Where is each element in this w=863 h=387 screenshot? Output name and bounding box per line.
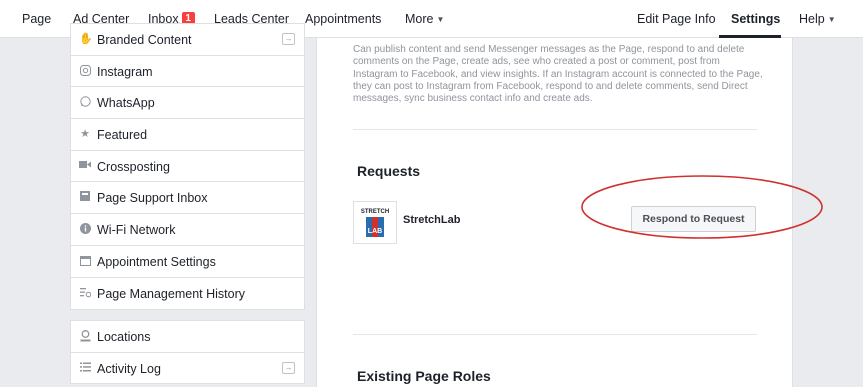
sidebar-item-label: Page Management History (97, 286, 245, 301)
calendar-icon (79, 255, 91, 267)
sidebar-item-branded-content[interactable]: ✋ Branded Content → (71, 24, 304, 56)
handshake-icon: ✋ (79, 33, 93, 45)
caret-down-icon: ▼ (436, 15, 445, 24)
nav-more-label: More (405, 12, 434, 26)
sidebar-item-instagram[interactable]: Instagram (71, 56, 304, 88)
list-icon (79, 362, 91, 374)
divider (353, 334, 757, 335)
sidebar-item-label: Appointment Settings (97, 254, 216, 269)
sidebar-item-label: Featured (97, 128, 148, 143)
support-icon (79, 191, 91, 203)
caret-down-icon: ▼ (827, 15, 836, 24)
whatsapp-icon (79, 96, 91, 108)
page-roles-panel: Can publish content and send Messenger m… (316, 38, 793, 387)
sidebar-item-locations[interactable]: Locations (71, 321, 304, 353)
existing-page-roles-heading: Existing Page Roles (357, 368, 491, 384)
sidebar-secondary-list: Locations Activity Log → (70, 320, 305, 384)
nav-help-label: Help (799, 12, 825, 26)
external-arrow-icon: → (282, 33, 295, 45)
sidebar-item-label: Crossposting (97, 159, 170, 174)
sidebar-item-label: Locations (97, 330, 151, 344)
sidebar-item-activity-log[interactable]: Activity Log → (71, 353, 304, 385)
sidebar-item-appointment-settings[interactable]: Appointment Settings (71, 246, 304, 278)
sidebar-item-page-support-inbox[interactable]: Page Support Inbox (71, 182, 304, 215)
nav-more[interactable]: More ▼ (405, 12, 444, 26)
nav-edit-page-info[interactable]: Edit Page Info (637, 12, 716, 26)
external-arrow-icon: → (282, 361, 295, 374)
nav-settings[interactable]: Settings (731, 12, 780, 26)
logo-text-bottom: LAB (368, 228, 382, 235)
sidebar-item-label: Branded Content (97, 33, 192, 47)
requests-heading: Requests (357, 163, 421, 179)
history-icon (79, 287, 91, 299)
logo-text-top: STRETCH (361, 209, 389, 215)
star-icon: ★ (80, 128, 90, 141)
divider (353, 129, 757, 130)
sidebar-item-label: Page Support Inbox (97, 191, 208, 206)
sidebar-item-label: WhatsApp (97, 96, 155, 111)
sidebar-item-label: Instagram (97, 64, 153, 79)
sidebar-item-whatsapp[interactable]: WhatsApp (71, 87, 304, 120)
nav-help[interactable]: Help ▼ (799, 12, 836, 26)
instagram-icon (79, 64, 91, 77)
sidebar-item-crossposting[interactable]: Crossposting (71, 151, 304, 183)
info-icon (79, 223, 91, 235)
sidebar-item-page-management-history[interactable]: Page Management History (71, 278, 304, 310)
sidebar-settings-list: ✋ Branded Content → Instagram WhatsApp ★… (70, 23, 305, 310)
nav-page[interactable]: Page (22, 12, 51, 26)
respond-to-request-button[interactable]: Respond to Request (631, 206, 756, 232)
stretchlab-logo: STRETCH LAB (353, 201, 397, 244)
nav-appointments[interactable]: Appointments (305, 12, 381, 26)
request-page-name: StretchLab (403, 214, 461, 226)
location-icon (79, 330, 91, 342)
sidebar-item-featured[interactable]: ★ Featured (71, 119, 304, 151)
sidebar-item-label: Activity Log (97, 361, 161, 376)
role-description: Can publish content and send Messenger m… (353, 44, 763, 105)
video-camera-icon (79, 160, 91, 172)
sidebar-item-label: Wi-Fi Network (97, 223, 176, 238)
sidebar-item-wifi-network[interactable]: Wi-Fi Network (71, 214, 304, 246)
